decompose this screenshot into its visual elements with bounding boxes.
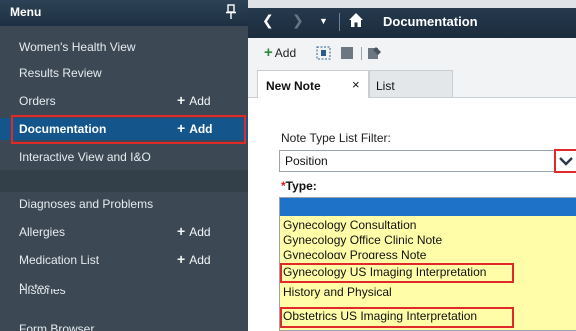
menu-item-diagnoses-and-problems[interactable]: Diagnoses and Problems bbox=[0, 193, 248, 215]
select-frame-icon[interactable] bbox=[316, 46, 331, 60]
medication-list-add-button[interactable]: + Add bbox=[177, 251, 211, 267]
menu-item-results-review[interactable]: Results Review bbox=[0, 62, 248, 84]
selected-row[interactable] bbox=[280, 198, 576, 216]
tab-new-note[interactable]: New Note × bbox=[257, 70, 369, 99]
menu-item-label: Histories bbox=[19, 289, 66, 297]
tab-list[interactable]: List bbox=[369, 70, 453, 98]
menu-item-label: Orders bbox=[19, 94, 56, 108]
page-title: Documentation bbox=[383, 14, 478, 29]
menu-item-allergies[interactable]: Allergies + Add bbox=[0, 221, 248, 243]
allergies-add-button[interactable]: + Add bbox=[177, 223, 211, 239]
tab-bar: New Note × List bbox=[248, 68, 576, 99]
forward-arrow-icon[interactable]: ❯ bbox=[292, 12, 304, 29]
menu-item-label: Allergies bbox=[19, 225, 66, 239]
toolbar-separator bbox=[361, 47, 362, 60]
menu-item-medication-list[interactable]: Medication List + Add bbox=[0, 249, 248, 271]
documentation-highlight-box bbox=[11, 115, 246, 144]
menu-item-notes[interactable]: Notes bbox=[0, 277, 248, 289]
plus-icon: + bbox=[264, 44, 273, 61]
filter-dropdown-button[interactable] bbox=[554, 149, 576, 173]
type-item-history-and-physical[interactable]: History and Physical bbox=[283, 285, 392, 299]
menu-item-label: Form Browser bbox=[19, 322, 95, 331]
menu-item-interactive-view[interactable]: Interactive View and I&O bbox=[0, 146, 248, 168]
add-label: Add bbox=[189, 94, 211, 108]
obstetrics-us-highlight-box bbox=[280, 307, 514, 328]
pencil-note-icon[interactable] bbox=[367, 46, 382, 60]
toolbar: + Add bbox=[248, 38, 576, 68]
document-icon[interactable] bbox=[340, 46, 355, 60]
add-label: Add bbox=[274, 46, 297, 60]
menu-item-label: Notes bbox=[19, 281, 51, 289]
menu-item-label: Interactive View and I&O bbox=[19, 150, 151, 164]
filter-selected-value: Position bbox=[285, 154, 328, 168]
type-label: *Type: bbox=[281, 179, 317, 193]
add-label: Add bbox=[189, 253, 211, 267]
menu-item-label: Results Review bbox=[19, 66, 102, 80]
menu-item-orders[interactable]: Orders + Add bbox=[0, 90, 248, 112]
menu-item-label: Diagnoses and Problems bbox=[19, 197, 154, 211]
menu-gap bbox=[0, 170, 248, 192]
menu-header: Menu bbox=[0, 0, 248, 26]
add-note-button[interactable]: + Add bbox=[264, 44, 297, 61]
home-icon[interactable] bbox=[348, 12, 364, 28]
orders-add-button[interactable]: + Add bbox=[177, 92, 211, 108]
plus-icon: + bbox=[177, 92, 186, 108]
note-type-filter-select[interactable]: Position bbox=[279, 150, 559, 172]
tab-label: New Note bbox=[266, 79, 321, 93]
close-tab-icon[interactable]: × bbox=[352, 77, 360, 92]
menu-item-histories[interactable]: Histories bbox=[0, 289, 248, 299]
new-note-form: Note Type List Filter: Position *Type: G… bbox=[248, 98, 576, 331]
type-item-gynecology-consultation[interactable]: Gynecology Consultation bbox=[283, 218, 416, 232]
nav-separator bbox=[339, 13, 340, 31]
menu-item-womens-health-view[interactable]: Women's Health View bbox=[0, 36, 248, 58]
back-arrow-icon[interactable]: ❮ bbox=[262, 12, 274, 29]
pin-icon[interactable] bbox=[224, 4, 238, 20]
history-dropdown-icon[interactable]: ▼ bbox=[319, 16, 328, 26]
chevron-down-icon bbox=[559, 157, 573, 166]
plus-icon: + bbox=[177, 251, 186, 267]
add-label: Add bbox=[189, 225, 211, 239]
plus-icon: + bbox=[177, 223, 186, 239]
left-menu: Menu Women's Health View Results Review … bbox=[0, 0, 248, 331]
menu-title: Menu bbox=[10, 5, 42, 19]
type-item-gynecology-office-clinic-note[interactable]: Gynecology Office Clinic Note bbox=[283, 233, 442, 247]
gynecology-us-highlight-box bbox=[280, 263, 514, 283]
type-item-gynecology-progress-note[interactable]: Gynecology Progress Note bbox=[283, 248, 426, 259]
nav-bar: ❮ ❯ ▼ Documentation bbox=[248, 0, 576, 38]
type-label-text: Type: bbox=[285, 179, 317, 193]
documentation-panel: ❮ ❯ ▼ Documentation + Add New Note × List bbox=[248, 0, 576, 331]
menu-item-label: Medication List bbox=[19, 253, 100, 267]
menu-item-label: Women's Health View bbox=[19, 40, 136, 54]
menu-item-form-browser[interactable]: Form Browser bbox=[0, 318, 248, 331]
tab-label: List bbox=[376, 79, 395, 93]
note-type-list[interactable]: Gynecology Consultation Gynecology Offic… bbox=[279, 197, 576, 331]
note-type-filter-label: Note Type List Filter: bbox=[281, 131, 391, 145]
